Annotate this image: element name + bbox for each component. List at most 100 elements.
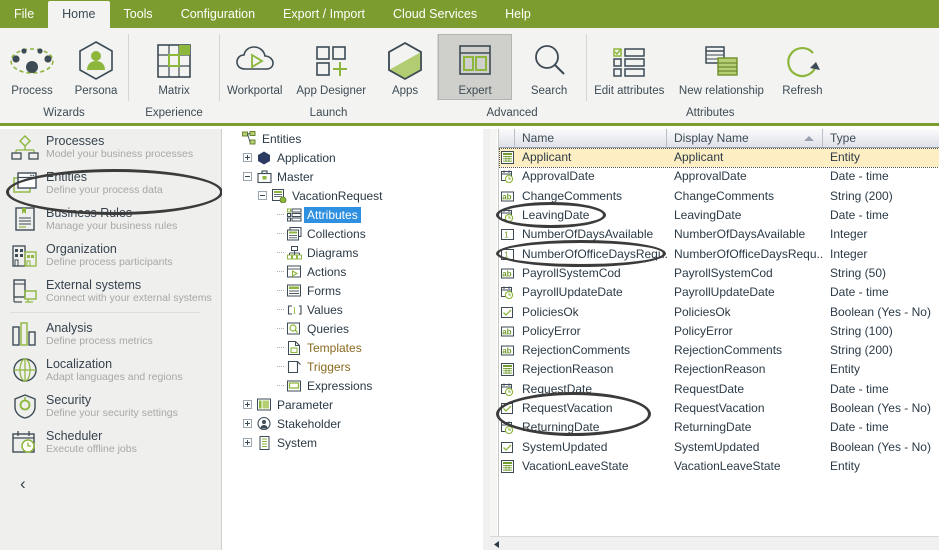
process-icon	[7, 37, 57, 85]
sidebar-item-organization[interactable]: Organization Define process participants	[0, 237, 212, 273]
sidebar-item-external-systems[interactable]: External systems Connect with your extern…	[0, 273, 212, 309]
sidebar-collapse-button[interactable]: ‹	[0, 460, 212, 494]
ribbon-button-apps[interactable]: Apps	[373, 34, 437, 100]
tree-expander[interactable]	[241, 395, 254, 414]
table-row[interactable]: VacationLeaveState VacationLeaveState Enti…	[499, 457, 939, 476]
grid-header-name[interactable]: Name	[515, 129, 667, 147]
table-row[interactable]: LeavingDate LeavingDate Date - time	[499, 206, 939, 225]
grid-cell-display-name: ApprovalDate	[674, 169, 747, 184]
table-row[interactable]: ReturningDate ReturningDate Date - time	[499, 418, 939, 437]
tree-node-collections[interactable]: Collections	[222, 224, 490, 243]
table-row[interactable]: 1 NumberOfDaysAvailable NumberOfDaysAvaila…	[499, 225, 939, 244]
tree-node-entities[interactable]: Entities	[222, 129, 490, 148]
tree-node-label: Attributes	[304, 206, 361, 223]
tree-node-diagrams[interactable]: Diagrams	[222, 243, 490, 262]
tree-node-attributes[interactable]: Attributes	[222, 205, 490, 224]
expand-plus-icon[interactable]	[243, 438, 252, 447]
menu-item-file[interactable]: File	[0, 0, 48, 28]
tree-node-system[interactable]: System	[222, 433, 490, 452]
ribbon-button-refresh[interactable]: Refresh	[771, 34, 833, 100]
tree-expander[interactable]	[256, 186, 269, 205]
tree-node-stakeholder[interactable]: Stakeholder	[222, 414, 490, 433]
grid-horizontal-scrollbar[interactable]	[490, 536, 939, 550]
menu-item-tools[interactable]: Tools	[110, 0, 167, 28]
sidebar-item-localization[interactable]: Localization Adapt languages and regions	[0, 352, 212, 388]
ribbon-button-search[interactable]: Search	[512, 34, 586, 100]
tree-node-application[interactable]: Application	[222, 148, 490, 167]
tree-node-vacationrequest[interactable]: VacationRequest	[222, 186, 490, 205]
sidebar-item-analysis[interactable]: Analysis Define process metrics	[0, 316, 212, 352]
ribbon-group-attributes: Edit attributes New relationship Refresh…	[587, 28, 833, 123]
tree-guide-line	[271, 224, 284, 243]
grid-splitter[interactable]	[490, 129, 497, 550]
grid-cell-display-name: RequestDate	[674, 381, 745, 396]
table-row[interactable]: SystemUpdated SystemUpdated Boolean (Yes -…	[499, 437, 939, 456]
tree-expander[interactable]	[241, 148, 254, 167]
tree-node-queries[interactable]: Queries	[222, 319, 490, 338]
expand-plus-icon[interactable]	[243, 400, 252, 409]
ribbon-button-process[interactable]: Process	[0, 34, 64, 100]
tree-node-expressions[interactable]: Expressions	[222, 376, 490, 395]
table-row[interactable]: ab ChangeComments ChangeComments String (20…	[499, 187, 939, 206]
tree-node-master[interactable]: Master	[222, 167, 490, 186]
ribbon-button-persona[interactable]: Persona	[64, 34, 128, 100]
grid-cell-type: Entity	[830, 458, 861, 473]
grid-cell-type: Entity	[830, 150, 861, 165]
sidebar-item-business-rules[interactable]: Business Rules Manage your business rules	[0, 201, 212, 237]
table-row[interactable]: PoliciesOk PoliciesOk Boolean (Yes - No)	[499, 302, 939, 321]
tree-expander[interactable]	[241, 414, 254, 433]
ribbon-button-label: Persona	[74, 85, 118, 97]
table-row[interactable]: RequestDate RequestDate Date - time	[499, 380, 939, 399]
tree-node-label: Values	[307, 302, 343, 317]
table-row[interactable]: ApprovalDate ApprovalDate Date - time	[499, 167, 939, 186]
table-row[interactable]: Applicant Applicant Entity	[499, 148, 939, 168]
tree-node-parameter[interactable]: Parameter	[222, 395, 490, 414]
ribbon-group-caption: Launch	[309, 107, 348, 119]
menu-item-home[interactable]: Home	[48, 1, 110, 28]
scheduler-icon	[8, 427, 42, 457]
table-row[interactable]: PayrollUpdateDate PayrollUpdateDate Date -…	[499, 283, 939, 302]
menu-item-cloud-services[interactable]: Cloud Services	[379, 0, 491, 28]
grid-cell-type: Boolean (Yes - No)	[830, 304, 931, 319]
ribbon-button-label: Apps	[391, 85, 419, 97]
grid-cell-type: Date - time	[830, 208, 889, 223]
menu-item-help[interactable]: Help	[491, 0, 545, 28]
ribbon-button-edit-attributes[interactable]: Edit attributes	[587, 34, 671, 100]
collapse-minus-icon[interactable]	[243, 172, 252, 181]
sidebar-item-subtitle: Define process metrics	[46, 334, 153, 347]
ribbon-button-matrix[interactable]: Matrix	[129, 34, 219, 100]
collapse-minus-icon[interactable]	[258, 191, 267, 200]
sidebar-item-processes[interactable]: Processes Model your business processes	[0, 129, 212, 165]
ribbon-button-app-designer[interactable]: App Designer	[289, 34, 373, 100]
table-row[interactable]: ab RejectionComments RejectionComments Stri…	[499, 341, 939, 360]
sidebar-splitter[interactable]	[212, 129, 222, 550]
grid-header-type[interactable]: Type	[823, 129, 939, 147]
tree-node-actions[interactable]: Actions	[222, 262, 490, 281]
tree-node-values[interactable]: I Values	[222, 300, 490, 319]
table-row[interactable]: RejectionReason RejectionReason Entity	[499, 360, 939, 379]
ribbon-button-new-relationship[interactable]: New relationship	[671, 34, 771, 100]
sidebar-item-entities[interactable]: Entities Define your process data	[0, 165, 212, 201]
tree-node-templates[interactable]: Templates	[222, 338, 490, 357]
tree-node-triggers[interactable]: Triggers	[222, 357, 490, 376]
expand-plus-icon[interactable]	[243, 419, 252, 428]
sidebar-item-scheduler[interactable]: Scheduler Execute offline jobs	[0, 424, 212, 460]
grid-header-display-name[interactable]: Display Name	[667, 129, 823, 147]
expand-plus-icon[interactable]	[243, 153, 252, 162]
tree-expander[interactable]	[241, 167, 254, 186]
table-row[interactable]: ab PolicyError PolicyError String (100)	[499, 322, 939, 341]
tree-vertical-scrollbar[interactable]	[483, 129, 490, 550]
grid-cell-display-name: NumberOfOfficeDaysRequ...	[674, 246, 823, 261]
ribbon-button-workportal[interactable]: Workportal	[220, 34, 289, 100]
tree-node-forms[interactable]: Forms	[222, 281, 490, 300]
table-row[interactable]: 1 NumberOfOfficeDaysRequ... NumberOfOffice…	[499, 244, 939, 263]
menu-item-export-import[interactable]: Export / Import	[269, 0, 379, 28]
scroll-left-arrow-icon[interactable]	[491, 538, 503, 550]
table-row[interactable]: RequestVacation RequestVacation Boolean (Y…	[499, 399, 939, 418]
table-row[interactable]: ab PayrollSystemCod PayrollSystemCod String…	[499, 264, 939, 283]
ribbon-button-expert[interactable]: Expert	[438, 34, 513, 100]
menu-item-configuration[interactable]: Configuration	[167, 0, 269, 28]
sidebar-item-security[interactable]: Security Define your security settings	[0, 388, 212, 424]
tree-expander[interactable]	[241, 433, 254, 452]
sidebar-item-subtitle: Model your business processes	[46, 147, 194, 160]
